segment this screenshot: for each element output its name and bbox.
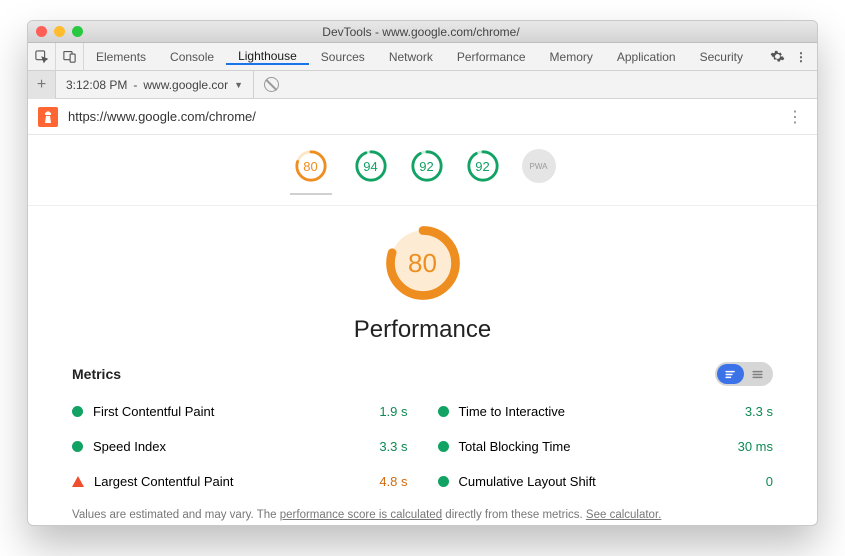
tab-console[interactable]: Console xyxy=(158,49,226,65)
devtools-tabs-row: ElementsConsoleLighthouseSourcesNetworkP… xyxy=(28,43,817,71)
metric-label: Total Blocking Time xyxy=(459,439,571,454)
window-controls xyxy=(36,26,83,37)
ok-icon xyxy=(438,441,449,452)
metric-row: Speed Index 3.3 s xyxy=(72,429,408,464)
ok-icon xyxy=(72,441,83,452)
toggle-compact-icon xyxy=(744,364,771,384)
metric-label: Cumulative Layout Shift xyxy=(459,474,596,489)
tab-security[interactable]: Security xyxy=(688,49,755,65)
report-url: https://www.google.com/chrome/ xyxy=(68,109,783,124)
ok-icon xyxy=(438,406,449,417)
maximize-window-icon[interactable] xyxy=(72,26,83,37)
metric-row: Time to Interactive 3.3 s xyxy=(438,394,774,429)
metric-value: 30 ms xyxy=(738,439,773,454)
ok-icon xyxy=(438,476,449,487)
inspect-icon[interactable] xyxy=(28,43,56,71)
devtools-window: DevTools - www.google.com/chrome/ Elemen… xyxy=(27,20,818,526)
tab-performance[interactable]: Performance xyxy=(445,49,538,65)
performance-score: 80 xyxy=(384,224,462,302)
report-menu-icon[interactable]: ⋮ xyxy=(783,107,807,127)
metric-label: First Contentful Paint xyxy=(93,404,214,419)
category-scores-row: 80 94 92 92 PWA xyxy=(28,135,817,206)
metric-row: Cumulative Layout Shift 0 xyxy=(438,464,774,499)
ok-icon xyxy=(72,406,83,417)
tab-lighthouse[interactable]: Lighthouse xyxy=(226,49,309,65)
toggle-expanded-icon xyxy=(717,364,744,384)
metric-label: Time to Interactive xyxy=(459,404,565,419)
metric-value: 1.9 s xyxy=(379,404,407,419)
category-score-pwa[interactable]: PWA xyxy=(522,149,556,195)
lighthouse-logo-icon xyxy=(38,107,58,127)
metric-row: First Contentful Paint 1.9 s xyxy=(72,394,408,429)
lighthouse-toolbar: + 3:12:08 PM - www.google.cor ▼ xyxy=(28,71,817,99)
calculator-link[interactable]: See calculator. xyxy=(586,509,661,521)
tab-network[interactable]: Network xyxy=(377,49,445,65)
settings-gear-icon[interactable] xyxy=(770,49,785,64)
window-title: DevTools - www.google.com/chrome/ xyxy=(83,25,759,39)
report-url-row: https://www.google.com/chrome/ ⋮ xyxy=(28,99,817,135)
category-score-3[interactable]: 92 xyxy=(466,149,500,195)
titlebar: DevTools - www.google.com/chrome/ xyxy=(28,21,817,43)
metric-label: Largest Contentful Paint xyxy=(94,474,233,489)
minimize-window-icon[interactable] xyxy=(54,26,65,37)
category-score-1[interactable]: 94 xyxy=(354,149,388,195)
metric-value: 3.3 s xyxy=(379,439,407,454)
metric-value: 0 xyxy=(766,474,773,489)
close-window-icon[interactable] xyxy=(36,26,47,37)
metric-row: Total Blocking Time 30 ms xyxy=(438,429,774,464)
metrics-footnote: Values are estimated and may vary. The p… xyxy=(28,499,817,521)
device-toggle-icon[interactable] xyxy=(56,43,84,71)
clear-icon[interactable] xyxy=(264,77,279,92)
category-score-2[interactable]: 92 xyxy=(410,149,444,195)
metric-row: Largest Contentful Paint 4.8 s xyxy=(72,464,408,499)
performance-gauge: 80 xyxy=(384,224,462,302)
chevron-down-icon: ▼ xyxy=(234,80,243,90)
metrics-view-toggle[interactable] xyxy=(715,362,773,386)
run-timestamp: 3:12:08 PM xyxy=(66,78,127,92)
run-host: www.google.cor xyxy=(143,78,228,92)
main-gauge-section: 80 Performance xyxy=(28,206,817,344)
tabs-right-icons: ⋮ xyxy=(760,49,817,64)
tab-application[interactable]: Application xyxy=(605,49,688,65)
metrics-heading: Metrics xyxy=(72,366,121,382)
metric-label: Speed Index xyxy=(93,439,166,454)
more-vert-icon[interactable]: ⋮ xyxy=(795,50,807,64)
metrics-section: Metrics First Contentful Paint 1.9 s Time … xyxy=(28,344,817,499)
warning-icon xyxy=(72,476,84,487)
run-selector[interactable]: 3:12:08 PM - www.google.cor ▼ xyxy=(56,71,254,98)
score-explainer-link[interactable]: performance score is calculated xyxy=(280,509,442,521)
category-title: Performance xyxy=(28,316,817,344)
tab-memory[interactable]: Memory xyxy=(538,49,605,65)
new-run-button[interactable]: + xyxy=(28,71,56,99)
tab-elements[interactable]: Elements xyxy=(84,49,158,65)
metric-value: 3.3 s xyxy=(745,404,773,419)
devtools-tabs: ElementsConsoleLighthouseSourcesNetworkP… xyxy=(84,49,760,65)
tab-sources[interactable]: Sources xyxy=(309,49,377,65)
category-score-0[interactable]: 80 xyxy=(290,149,332,195)
metric-value: 4.8 s xyxy=(379,474,407,489)
